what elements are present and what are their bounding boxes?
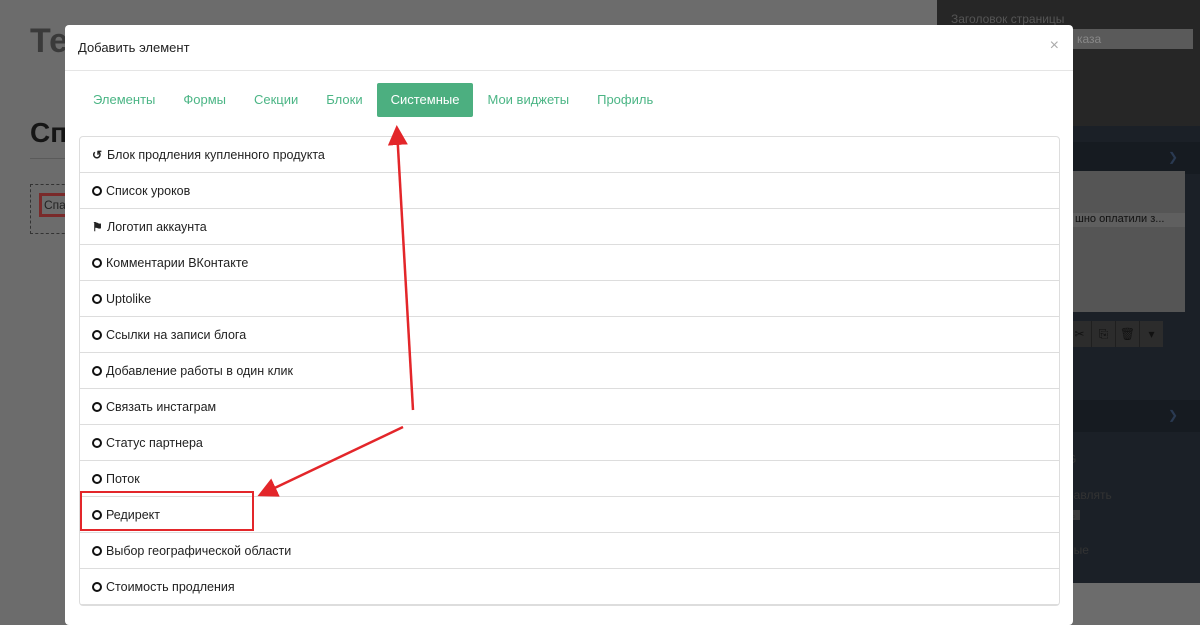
arrow-to-system-tab	[387, 125, 415, 411]
circle-icon	[92, 581, 102, 592]
arrow-to-redirect	[257, 425, 404, 497]
annotation-arrows	[257, 125, 415, 497]
